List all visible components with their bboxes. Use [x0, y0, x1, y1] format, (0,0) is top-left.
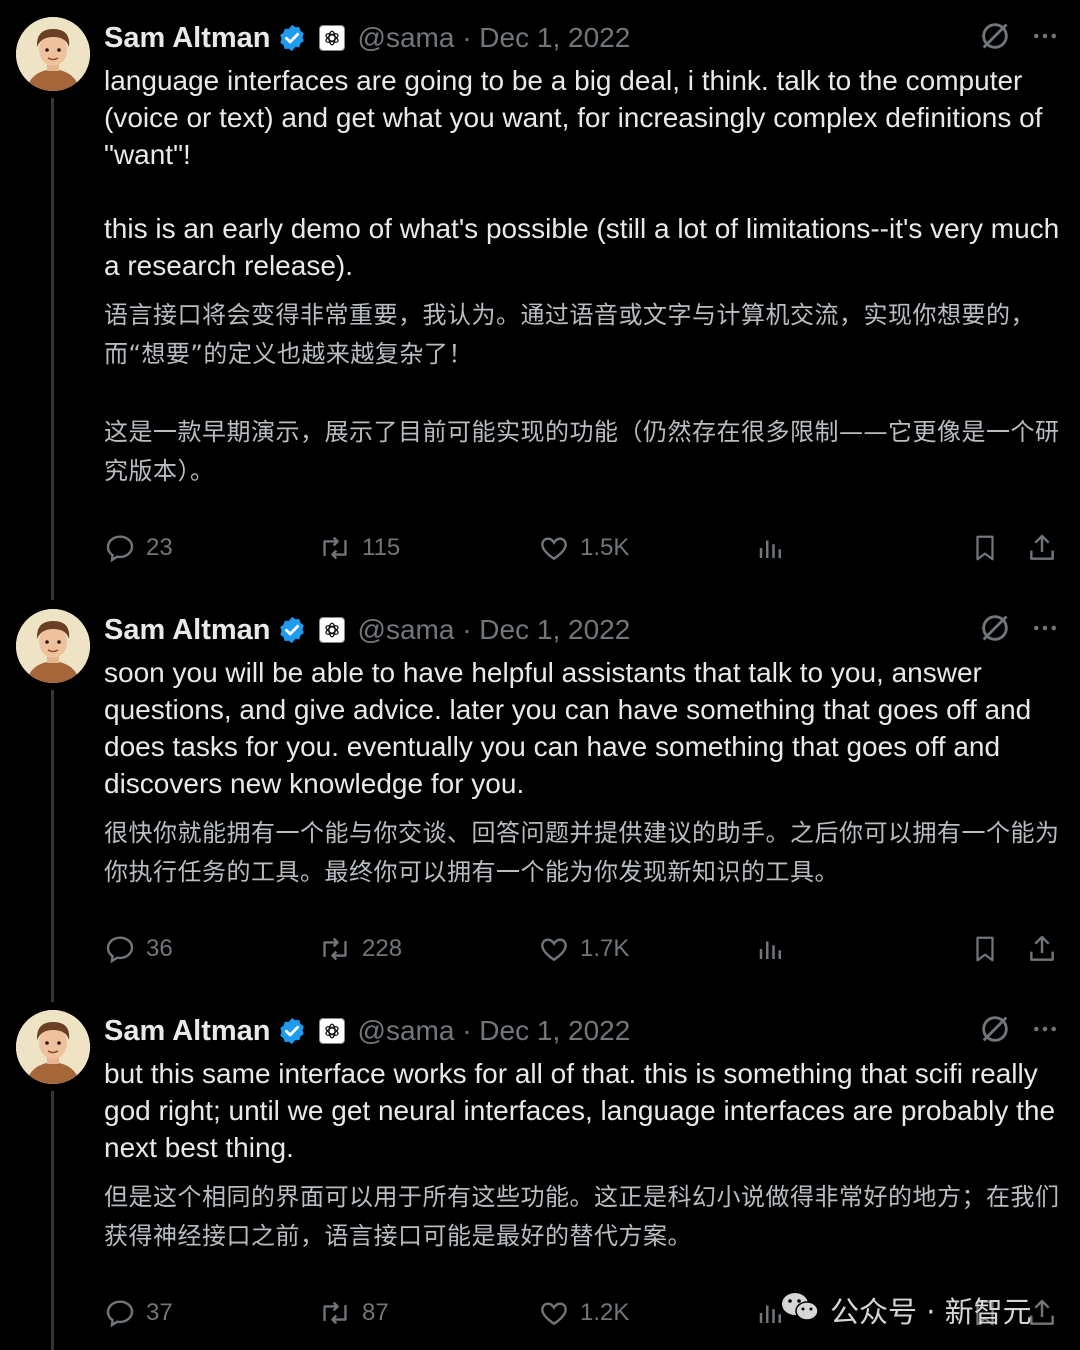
bookmark-button[interactable] [970, 929, 1000, 969]
translation-paragraph: 但是这个相同的界面可以用于所有这些功能。这正是科幻小说做得非常好的地方；在我们获… [104, 1183, 1060, 1250]
thread-line [51, 1091, 54, 1350]
bookmark-icon [976, 936, 994, 962]
translation-paragraph: 这是一款早期演示，展示了目前可能实现的功能（仍然存在很多限制——它更像是一个研究… [104, 418, 1060, 485]
thread-line [51, 690, 54, 1002]
tweet-text: but this same interface works for all of… [104, 1055, 1064, 1256]
repost-icon [323, 937, 347, 961]
grok-icon[interactable] [978, 19, 1012, 58]
reply-icon [106, 936, 134, 964]
translation-text: 语言接口将会变得非常重要，我认为。通过语音或文字与计算机交流，实现你想要的，而“… [104, 296, 1064, 491]
openai-affiliate-icon[interactable] [318, 25, 345, 51]
bookmark-icon [976, 535, 994, 561]
reply-count: 23 [146, 534, 173, 561]
handle-and-date[interactable]: @sama · Dec 1, 2022 [358, 614, 631, 646]
reply-button[interactable]: 23 [104, 528, 173, 568]
grok-icon[interactable] [978, 611, 1012, 650]
author-name[interactable]: Sam Altman [104, 614, 271, 647]
like-button[interactable]: 1.2K [538, 1293, 629, 1333]
bookmark-button[interactable] [970, 528, 1000, 568]
tweet-2[interactable]: Sam Altman @sama · Dec 1, 2022 soon you … [0, 592, 1080, 1002]
tweet-1[interactable]: Sam Altman @sama · Dec 1, 2022 language … [0, 0, 1080, 600]
like-count: 1.7K [580, 935, 630, 962]
like-icon [541, 938, 567, 962]
share-icon [1030, 935, 1054, 961]
repost-button[interactable]: 87 [318, 1293, 389, 1333]
action-bar: 36 228 1.7K [104, 929, 1060, 969]
openai-affiliate-icon[interactable] [318, 617, 345, 643]
translation-text: 但是这个相同的界面可以用于所有这些功能。这正是科幻小说做得非常好的地方；在我们获… [104, 1178, 1064, 1256]
translation-text: 很快你就能拥有一个能与你交谈、回答问题并提供建议的助手。之后你可以拥有一个能为你… [104, 814, 1064, 892]
repost-icon [323, 1301, 347, 1325]
like-button[interactable]: 1.7K [538, 929, 629, 969]
like-icon [541, 537, 567, 561]
verified-badge-icon [277, 615, 307, 645]
more-icon[interactable] [1030, 613, 1060, 648]
tweet-header: Sam Altman @sama · Dec 1, 2022 [104, 610, 1060, 650]
reply-button[interactable]: 37 [104, 1293, 173, 1333]
repost-button[interactable]: 228 [318, 929, 402, 969]
repost-button[interactable]: 115 [318, 528, 400, 568]
repost-count: 87 [362, 1299, 389, 1326]
like-count: 1.5K [580, 534, 630, 561]
reply-icon [106, 1300, 134, 1328]
translation-paragraph: 语言接口将会变得非常重要，我认为。通过语音或文字与计算机交流，实现你想要的，而“… [104, 301, 1035, 368]
avatar[interactable] [16, 1010, 90, 1084]
reply-count: 37 [146, 1299, 173, 1326]
handle-and-date[interactable]: @sama · Dec 1, 2022 [358, 1015, 631, 1047]
tweet-paragraph: this is an early demo of what's possible… [104, 213, 1060, 281]
verified-badge-icon [277, 23, 307, 53]
reply-button[interactable]: 36 [104, 929, 173, 969]
like-count: 1.2K [580, 1299, 630, 1326]
avatar[interactable] [16, 609, 90, 683]
more-icon[interactable] [1030, 21, 1060, 56]
reply-icon [106, 535, 134, 563]
wechat-icon [780, 1290, 820, 1331]
like-icon [541, 1302, 567, 1326]
views-button[interactable] [756, 528, 786, 568]
share-button[interactable] [1026, 528, 1058, 568]
views-icon [759, 540, 781, 558]
watermark-text: 公众号 · 新智元 [830, 1295, 1032, 1329]
tweet-header: Sam Altman @sama · Dec 1, 2022 [104, 1011, 1060, 1051]
tweet-paragraph: but this same interface works for all of… [104, 1058, 1056, 1163]
handle-and-date[interactable]: @sama · Dec 1, 2022 [358, 22, 631, 54]
author-name[interactable]: Sam Altman [104, 1015, 271, 1048]
more-icon[interactable] [1030, 1014, 1060, 1049]
tweet-paragraph: soon you will be able to have helpful as… [104, 657, 1032, 799]
tweet-text: language interfaces are going to be a bi… [104, 62, 1064, 491]
openai-affiliate-icon[interactable] [318, 1018, 345, 1044]
repost-count: 228 [362, 935, 403, 962]
reply-count: 36 [146, 935, 173, 962]
avatar[interactable] [16, 17, 90, 91]
thread-line [51, 98, 54, 600]
views-button[interactable] [756, 929, 786, 969]
author-name[interactable]: Sam Altman [104, 22, 271, 55]
views-icon [759, 941, 781, 959]
action-bar: 23 115 1.5K [104, 528, 1060, 568]
share-icon [1030, 534, 1054, 560]
repost-count: 115 [362, 534, 401, 561]
share-button[interactable] [1026, 929, 1058, 969]
grok-icon[interactable] [978, 1012, 1012, 1051]
like-button[interactable]: 1.5K [538, 528, 629, 568]
tweet-header: Sam Altman @sama · Dec 1, 2022 [104, 18, 1060, 58]
tweet-paragraph: language interfaces are going to be a bi… [104, 65, 1043, 170]
repost-icon [323, 536, 347, 560]
tweet-text: soon you will be able to have helpful as… [104, 654, 1064, 892]
translation-paragraph: 很快你就能拥有一个能与你交谈、回答问题并提供建议的助手。之后你可以拥有一个能为你… [104, 819, 1060, 886]
verified-badge-icon [277, 1016, 307, 1046]
wechat-watermark: 公众号 · 新智元 [780, 1290, 1032, 1330]
